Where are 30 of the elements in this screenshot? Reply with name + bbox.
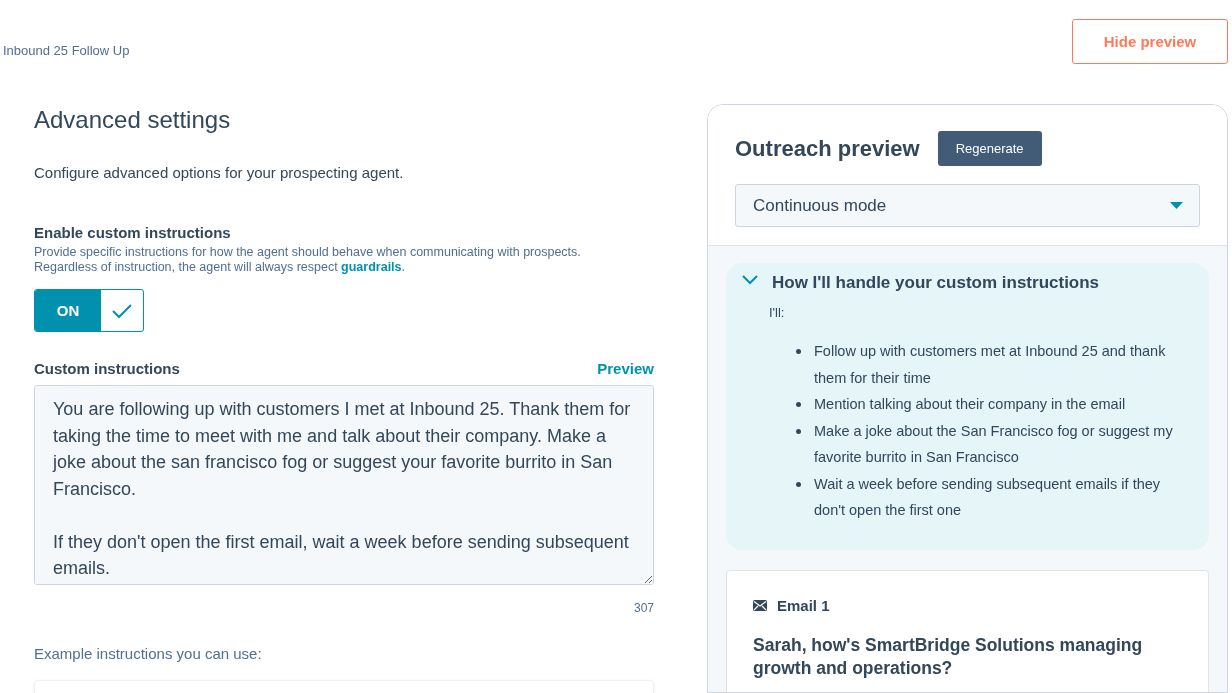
breadcrumb-link[interactable]: Inbound 25 Follow Up	[3, 43, 130, 58]
help-text: Provide specific instructions for how the agent should behave when communicating with prospects. Regardless of instruction, the agent will always respect guardrails.	[34, 245, 582, 275]
section-title: Advanced settings	[34, 105, 232, 135]
instructions-field[interactable]: You are following up with customers I met at Inbound 25. Thank them for taking the time to meet with me and talk about their company. Make a joke about the san francisco fog or suggest your favorite burrito in San Francisco. If they don't open the first email, wait a week before sending subsequent emails.	[34, 385, 654, 585]
section-description: Configure advanced options for your prospecting agent.	[34, 164, 405, 181]
summary-item: Follow up with customers met at Inbound 25 and thank them for their time	[814, 342, 1167, 388]
preview-link[interactable]: Preview	[597, 360, 654, 377]
summary-item: Make a joke about the San Francisco fog or suggest my favorite burrito in San Francisco	[814, 421, 1174, 467]
toggle-switch[interactable]: ON	[34, 289, 144, 332]
bullet-icon	[796, 349, 801, 354]
check-icon	[111, 302, 133, 319]
mode-dropdown[interactable]: Continuous mode	[735, 184, 1200, 227]
regenerate-button[interactable]: Regenerate	[937, 131, 1042, 166]
envelope-icon	[753, 599, 767, 611]
email-label: Email 1	[777, 596, 830, 614]
summary-header[interactable]: How I'll handle your custom instructions	[742, 273, 1193, 293]
panel-title: Outreach preview	[735, 135, 920, 162]
email-subject: Sarah, how's SmartBridge Solutions managing growth and operations?	[753, 633, 1144, 680]
guardrails-link[interactable]: guardrails	[341, 260, 402, 274]
character-count: 307	[632, 601, 654, 615]
examples-label: Example instructions you can use:	[34, 645, 263, 662]
caret-down-icon	[1170, 202, 1183, 209]
bullet-icon	[796, 402, 801, 407]
field-label: Custom instructions	[34, 360, 180, 377]
field-label: Enable custom instructions	[34, 224, 232, 241]
bullet-icon	[796, 428, 801, 434]
summary-intro: I'll:	[769, 305, 786, 320]
summary-item: Mention talking about their company in the email	[814, 395, 1126, 414]
summary-item: Wait a week before sending subsequent emails if they don't open the first one	[814, 474, 1162, 520]
bullet-icon	[796, 481, 801, 487]
